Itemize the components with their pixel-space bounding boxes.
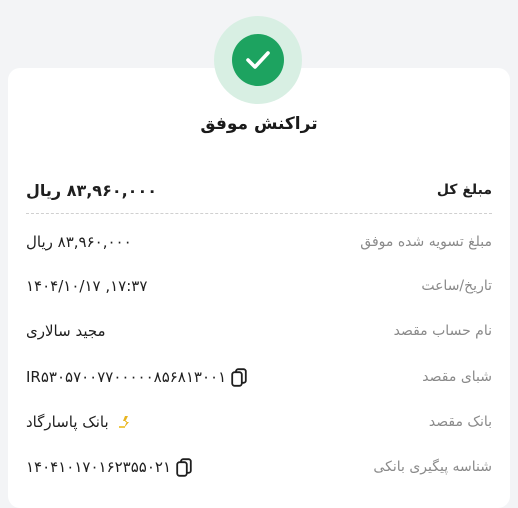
iban-label: شبای مقصد <box>422 369 492 385</box>
account-name-row: مجید سالاری نام حساب مقصد <box>26 316 492 346</box>
success-badge-inner <box>232 34 284 86</box>
iban-row: IR۵۳۰۵۷۰۰۷۷۰۰۰۰۰۸۵۶۸۱۳۰۰۱ شبای مقصد <box>26 362 492 392</box>
bank-row: بانک پاسارگاد بانک مقصد <box>26 407 492 437</box>
divider <box>26 213 492 214</box>
success-badge <box>214 16 302 104</box>
bank-value: بانک پاسارگاد <box>26 413 133 431</box>
iban-value: IR۵۳۰۵۷۰۰۷۷۰۰۰۰۰۸۵۶۸۱۳۰۰۱ <box>26 367 248 387</box>
copy-iban-button[interactable] <box>230 367 248 387</box>
bank-name: بانک پاسارگاد <box>26 413 109 431</box>
datetime-row: ۱۴۰۴/۱۰/۱۷ ,۱۷:۳۷ تاریخ/ساعت <box>26 271 492 301</box>
bank-label: بانک مقصد <box>428 414 492 430</box>
total-amount-value: ۸۳,۹۶۰,۰۰۰ ریال <box>26 180 157 200</box>
tracking-id-label: شناسه پیگیری بانکی <box>373 459 492 475</box>
account-name-label: نام حساب مقصد <box>393 323 492 339</box>
copy-icon <box>231 367 247 387</box>
tracking-id-row: ۱۴۰۴۱۰۱۷۰۱۶۲۳۵۵۰۲۱ شناسه پیگیری بانکی <box>26 452 492 482</box>
datetime-text: ۱۴۰۴/۱۰/۱۷ ,۱۷:۳۷ <box>26 277 148 295</box>
datetime-label: تاریخ/ساعت <box>421 278 492 294</box>
tracking-id-value: ۱۴۰۴۱۰۱۷۰۱۶۲۳۵۵۰۲۱ <box>26 457 193 477</box>
datetime-value: ۱۴۰۴/۱۰/۱۷ ,۱۷:۳۷ <box>26 277 147 295</box>
total-amount-label: مبلغ کل <box>436 182 492 198</box>
check-icon <box>246 51 270 69</box>
bank-logo-icon <box>117 414 133 430</box>
account-name-value: مجید سالاری <box>26 322 106 340</box>
tracking-id-text: ۱۴۰۴۱۰۱۷۰۱۶۲۳۵۵۰۲۱ <box>26 458 172 476</box>
copy-tracking-id-button[interactable] <box>175 457 193 477</box>
copy-icon <box>176 457 192 477</box>
total-amount-row: ۸۳,۹۶۰,۰۰۰ ریال مبلغ کل <box>26 175 492 205</box>
settled-amount-label: مبلغ تسویه شده موفق <box>360 234 492 250</box>
settled-amount-row: ۸۳,۹۶۰,۰۰۰ ریال مبلغ تسویه شده موفق <box>26 227 492 257</box>
status-title: تراکنش موفق <box>200 114 318 134</box>
settled-amount-value: ۸۳,۹۶۰,۰۰۰ ریال <box>26 233 132 251</box>
iban-text: IR۵۳۰۵۷۰۰۷۷۰۰۰۰۰۸۵۶۸۱۳۰۰۱ <box>26 368 227 386</box>
